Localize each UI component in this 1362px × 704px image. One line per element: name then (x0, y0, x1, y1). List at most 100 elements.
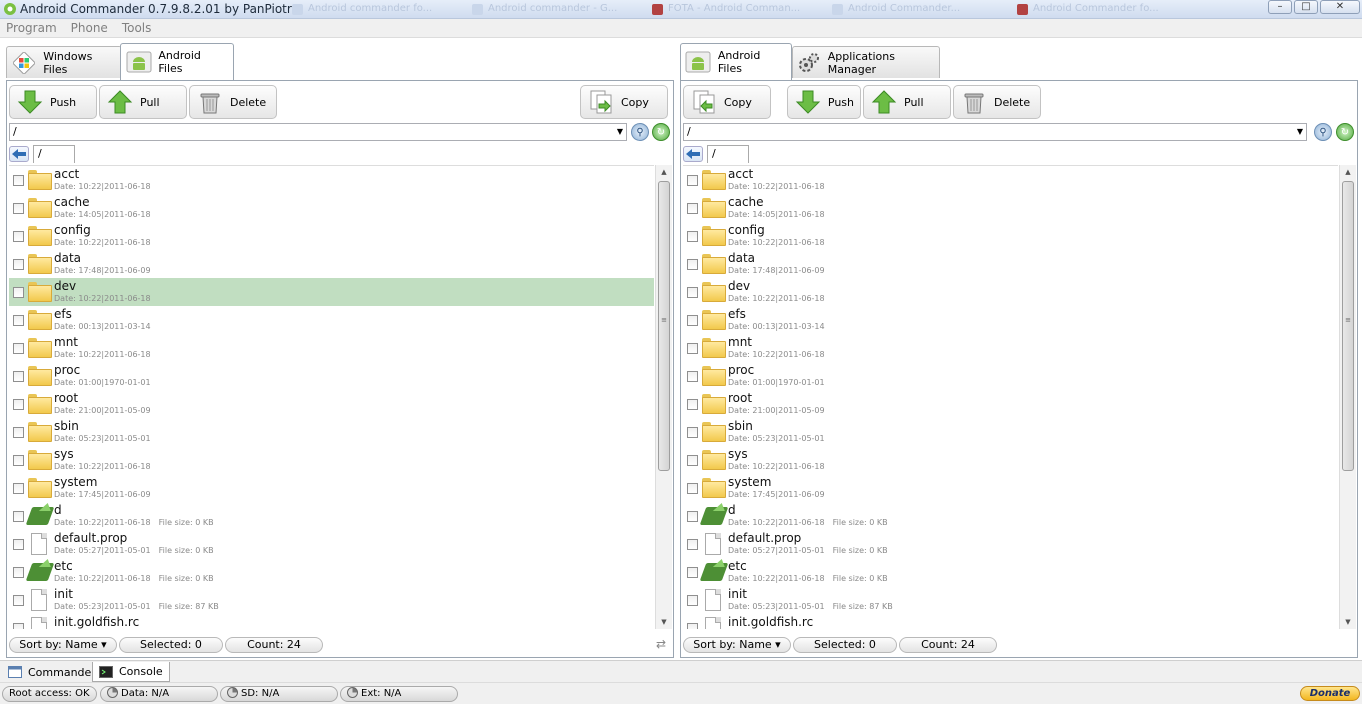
row-checkbox[interactable] (13, 539, 24, 550)
file-row[interactable]: d Date: 10:22|2011-06-18 File size: 0 KB (9, 502, 654, 530)
copy-button[interactable]: Copy (683, 85, 771, 119)
row-checkbox[interactable] (687, 231, 698, 242)
file-row[interactable]: init Date: 05:23|2011-05-01 File size: 87 … (9, 586, 654, 614)
close-button[interactable]: ✕ (1320, 0, 1360, 14)
maximize-button[interactable]: □ (1294, 0, 1318, 14)
file-row[interactable]: data Date: 17:48|2011-06-09 (9, 250, 654, 278)
file-row[interactable]: d Date: 10:22|2011-06-18 File size: 0 KB (683, 502, 1338, 530)
file-row[interactable]: config Date: 10:22|2011-06-18 (9, 222, 654, 250)
file-row[interactable]: acct Date: 10:22|2011-06-18 (9, 166, 654, 194)
sort-select[interactable]: Sort by: Name ▾ (683, 637, 791, 653)
row-checkbox[interactable] (687, 539, 698, 550)
back-arrow-icon[interactable] (683, 146, 703, 162)
swap-panels-icon[interactable]: ⇄ (651, 637, 671, 653)
file-row[interactable]: mnt Date: 10:22|2011-06-18 (9, 334, 654, 362)
file-row[interactable]: dev Date: 10:22|2011-06-18 (683, 278, 1338, 306)
menu-program[interactable]: Program (6, 19, 63, 37)
row-checkbox[interactable] (13, 315, 24, 326)
row-checkbox[interactable] (13, 259, 24, 270)
row-checkbox[interactable] (687, 483, 698, 494)
file-row[interactable]: system Date: 17:45|2011-06-09 (9, 474, 654, 502)
background-window-tab[interactable]: Android commander - G... (470, 3, 640, 17)
row-checkbox[interactable] (687, 427, 698, 438)
row-checkbox[interactable] (687, 595, 698, 606)
left-path-select[interactable]: / ▼ (9, 123, 627, 141)
search-icon[interactable]: ⚲ (1314, 123, 1332, 141)
file-row[interactable]: system Date: 17:45|2011-06-09 (683, 474, 1338, 502)
row-checkbox[interactable] (687, 399, 698, 410)
row-checkbox[interactable] (13, 427, 24, 438)
donate-button[interactable]: Donate (1300, 686, 1360, 701)
background-window-tab[interactable]: Android commander fo... (290, 3, 460, 17)
row-checkbox[interactable] (687, 511, 698, 522)
scroll-up-arrow[interactable]: ▲ (1340, 165, 1356, 179)
row-checkbox[interactable] (13, 483, 24, 494)
row-checkbox[interactable] (687, 343, 698, 354)
back-arrow-icon[interactable] (9, 146, 29, 162)
copy-button[interactable]: Copy (580, 85, 668, 119)
breadcrumb-root[interactable]: / (33, 145, 75, 163)
file-row[interactable]: root Date: 21:00|2011-05-09 (683, 390, 1338, 418)
delete-button[interactable]: Delete (189, 85, 277, 119)
sort-select[interactable]: Sort by: Name ▾ (9, 637, 117, 653)
tab-android-files[interactable]: Android Files (680, 43, 792, 80)
row-checkbox[interactable] (13, 203, 24, 214)
file-row[interactable]: efs Date: 00:13|2011-03-14 (683, 306, 1338, 334)
tab-windows-files[interactable]: Windows Files (6, 46, 122, 78)
file-row[interactable]: data Date: 17:48|2011-06-09 (683, 250, 1338, 278)
row-checkbox[interactable] (13, 455, 24, 466)
file-row[interactable]: sys Date: 10:22|2011-06-18 (9, 446, 654, 474)
row-checkbox[interactable] (687, 371, 698, 382)
row-checkbox[interactable] (687, 567, 698, 578)
tab-console[interactable]: Console (92, 662, 170, 682)
file-row[interactable]: config Date: 10:22|2011-06-18 (683, 222, 1338, 250)
menu-tools[interactable]: Tools (122, 19, 158, 37)
file-row[interactable]: etc Date: 10:22|2011-06-18 File size: 0 KB (9, 558, 654, 586)
file-row[interactable]: sbin Date: 05:23|2011-05-01 (9, 418, 654, 446)
row-checkbox[interactable] (687, 203, 698, 214)
file-row[interactable]: init.goldfish.rc (683, 614, 1338, 629)
right-path-select[interactable]: / ▼ (683, 123, 1307, 141)
row-checkbox[interactable] (13, 623, 24, 629)
row-checkbox[interactable] (13, 175, 24, 186)
file-row[interactable]: default.prop Date: 05:27|2011-05-01 File s… (683, 530, 1338, 558)
file-row[interactable]: cache Date: 14:05|2011-06-18 (9, 194, 654, 222)
row-checkbox[interactable] (687, 623, 698, 629)
file-row[interactable]: root Date: 21:00|2011-05-09 (9, 390, 654, 418)
breadcrumb-root[interactable]: / (707, 145, 749, 163)
row-checkbox[interactable] (13, 231, 24, 242)
file-row[interactable]: etc Date: 10:22|2011-06-18 File size: 0 KB (683, 558, 1338, 586)
file-row[interactable]: init.goldfish.rc (9, 614, 654, 629)
file-row[interactable]: proc Date: 01:00|1970-01-01 (9, 362, 654, 390)
search-icon[interactable]: ⚲ (631, 123, 649, 141)
push-button[interactable]: Push (787, 85, 861, 119)
file-row[interactable]: cache Date: 14:05|2011-06-18 (683, 194, 1338, 222)
row-checkbox[interactable] (13, 595, 24, 606)
file-row[interactable]: acct Date: 10:22|2011-06-18 (683, 166, 1338, 194)
scroll-down-arrow[interactable]: ▼ (1340, 615, 1356, 629)
refresh-icon[interactable]: ↻ (652, 123, 670, 141)
tab-applications-manager[interactable]: Applications Manager (792, 46, 940, 78)
file-row[interactable]: init Date: 05:23|2011-05-01 File size: 87 … (683, 586, 1338, 614)
tab-commander[interactable]: Commander (2, 662, 102, 682)
menu-phone[interactable]: Phone (71, 19, 114, 37)
row-checkbox[interactable] (13, 511, 24, 522)
background-window-tab[interactable]: FOTA - Android Comman... (650, 3, 820, 17)
background-window-tab[interactable]: Android Commander fo... (1015, 3, 1185, 17)
refresh-icon[interactable]: ↻ (1336, 123, 1354, 141)
file-row[interactable]: sbin Date: 05:23|2011-05-01 (683, 418, 1338, 446)
file-row[interactable]: mnt Date: 10:22|2011-06-18 (683, 334, 1338, 362)
row-checkbox[interactable] (687, 287, 698, 298)
right-scrollbar[interactable]: ▲ ≡ ▼ (1339, 165, 1356, 629)
row-checkbox[interactable] (687, 315, 698, 326)
scroll-up-arrow[interactable]: ▲ (656, 165, 672, 179)
file-row[interactable]: efs Date: 00:13|2011-03-14 (9, 306, 654, 334)
background-window-tab[interactable]: Android Commander... (830, 3, 1000, 17)
scroll-thumb[interactable]: ≡ (658, 181, 670, 471)
file-row[interactable]: default.prop Date: 05:27|2011-05-01 File s… (9, 530, 654, 558)
pull-button[interactable]: Pull (863, 85, 951, 119)
tab-android-files[interactable]: Android Files (120, 43, 234, 80)
file-row[interactable]: dev Date: 10:22|2011-06-18 (9, 278, 654, 306)
file-row[interactable]: proc Date: 01:00|1970-01-01 (683, 362, 1338, 390)
row-checkbox[interactable] (13, 399, 24, 410)
